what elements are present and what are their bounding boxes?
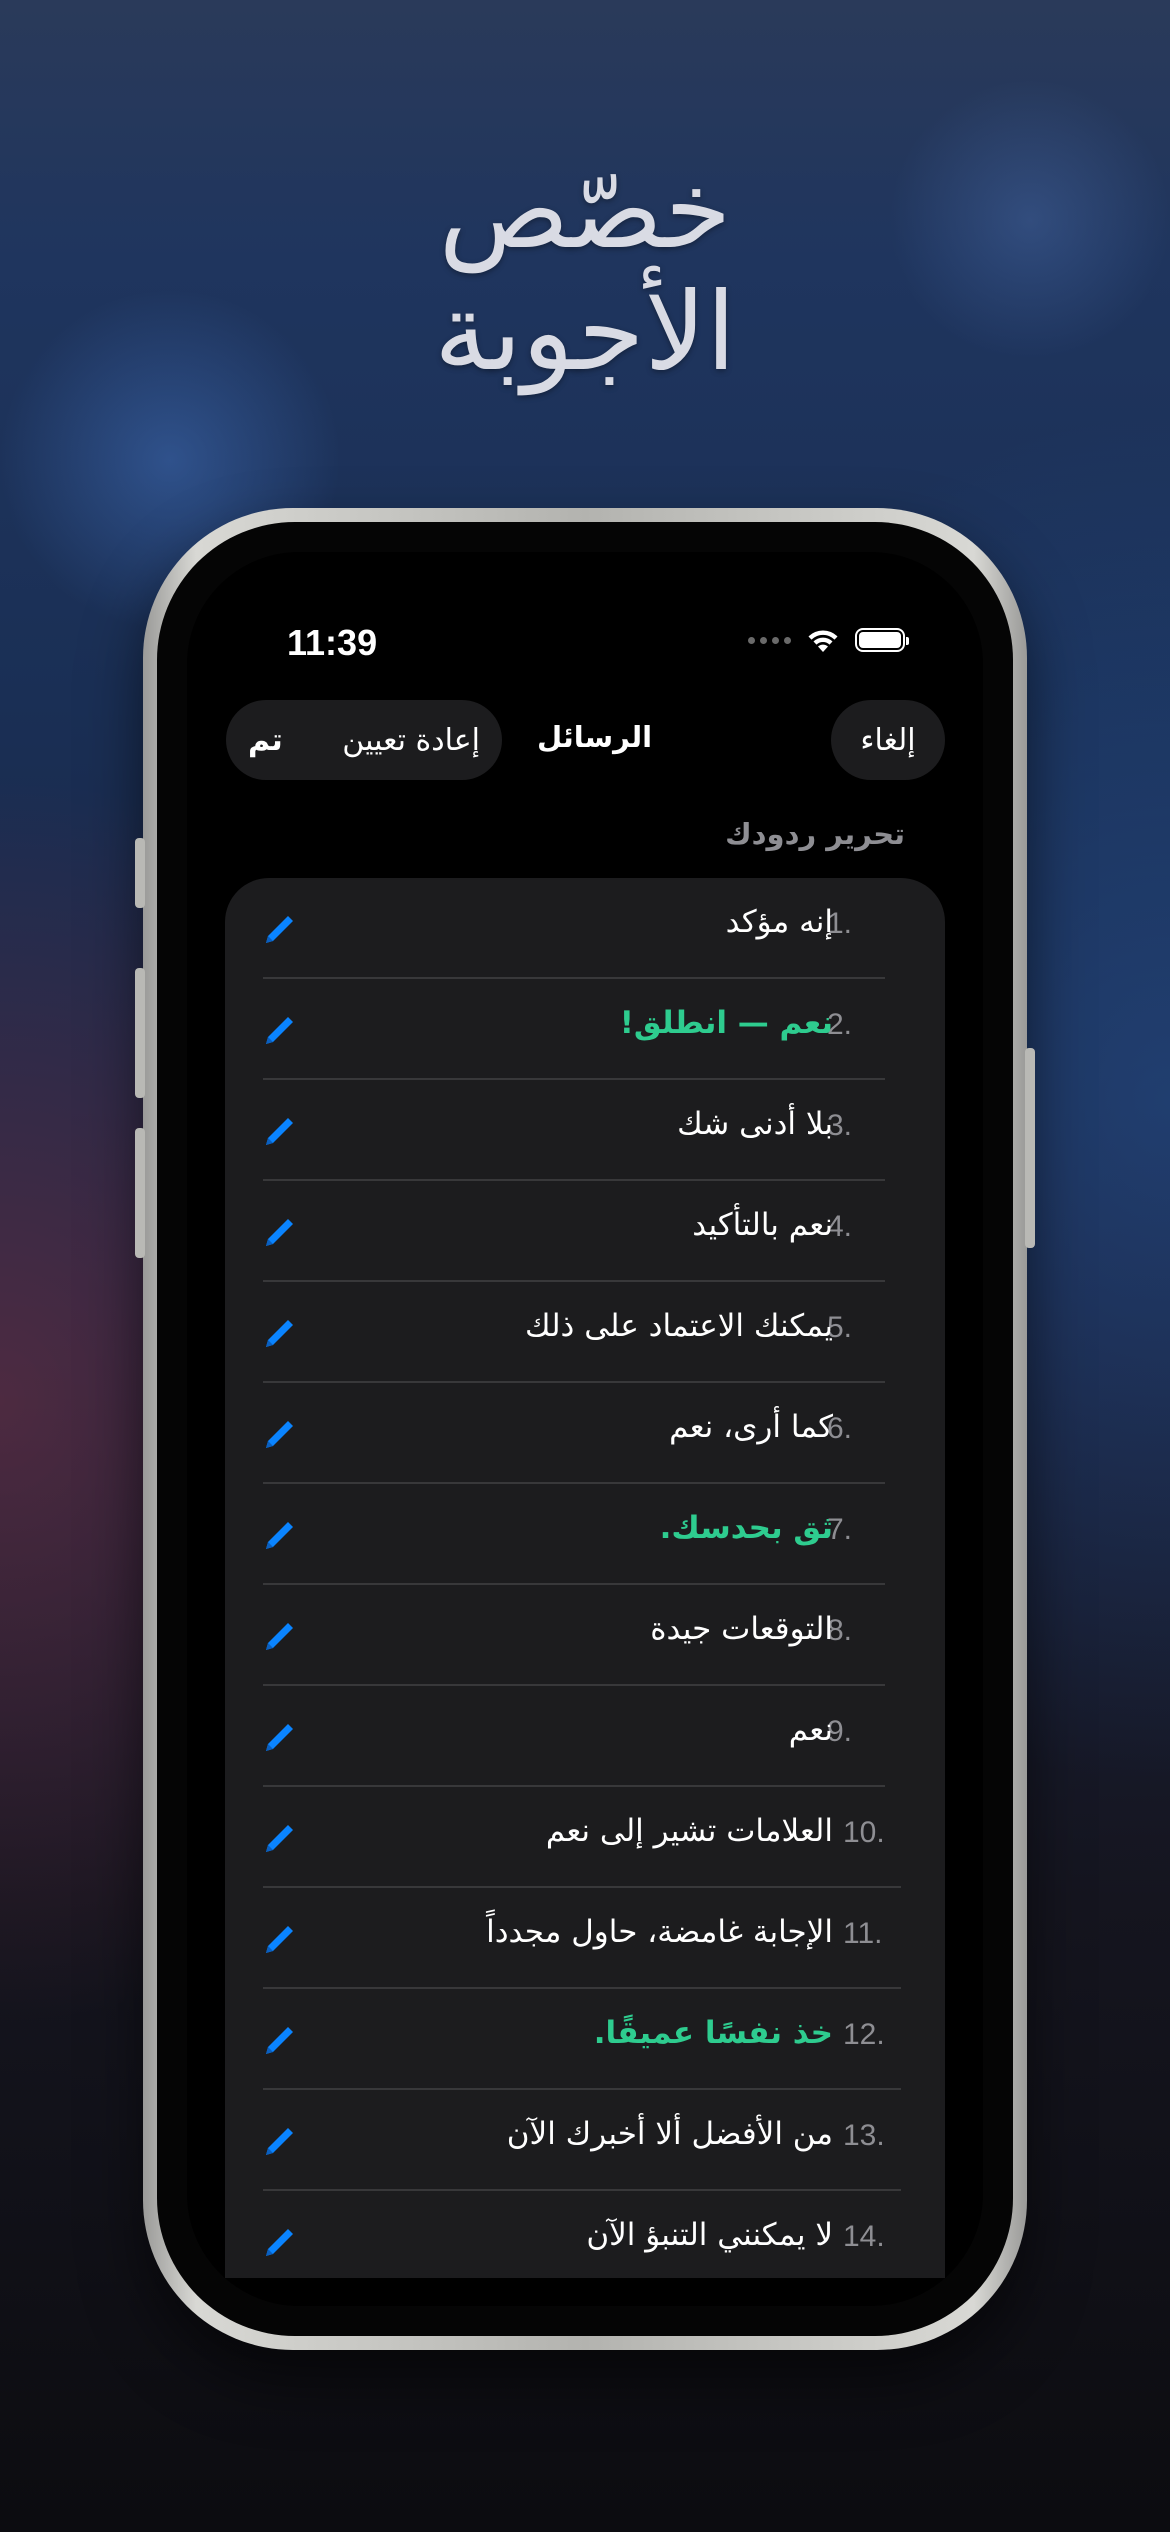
response-text: نعم [788, 1712, 833, 1748]
response-text: الإجابة غامضة، حاول مجدداً [486, 1914, 833, 1950]
list-item[interactable]: 4. نعم بالتأكيد [225, 1181, 945, 1282]
done-button[interactable]: تم [248, 723, 283, 758]
status-time: 11:39 [287, 622, 378, 663]
response-number: 2. [827, 1008, 853, 1041]
response-number: 13. [843, 2119, 885, 2152]
response-number: 10. [843, 1816, 885, 1849]
pencil-icon[interactable] [263, 1417, 297, 1451]
response-text: التوقعات جيدة [650, 1611, 833, 1647]
hero-title-line-1: خصّص [438, 148, 732, 273]
pencil-icon[interactable] [263, 1518, 297, 1552]
volume-up-button [135, 968, 145, 1098]
list-item[interactable]: 8. التوقعات جيدة [225, 1585, 945, 1686]
battery-icon [855, 628, 909, 652]
response-text: إنه مؤكد [725, 904, 833, 940]
list-item[interactable]: 6. كما أرى، نعم [225, 1383, 945, 1484]
list-item[interactable]: 7. ثق بحدسك. [225, 1484, 945, 1585]
list-item[interactable]: 10. العلامات تشير إلى نعم [225, 1787, 945, 1888]
pencil-icon[interactable] [263, 2225, 297, 2259]
phone-bezel: 11:39 تم إعادة تعيين الرسائل إلغاء تحرير… [157, 522, 1013, 2336]
list-item[interactable]: 13. من الأفضل ألا أخبرك الآن [225, 2090, 945, 2191]
pencil-icon[interactable] [263, 2023, 297, 2057]
list-item[interactable]: 14. لا يمكنني التنبؤ الآن [225, 2191, 945, 2278]
responses-list: 1. إنه مؤكد 2. نعم — انطلق! 3. بلا أدنى شك 4. ن… [225, 878, 945, 2278]
pencil-icon[interactable] [263, 912, 297, 946]
status-icons [748, 626, 909, 654]
response-text: خذ نفسًا عميقًا. [593, 2015, 833, 2051]
response-text: يمكنك الاعتماد على ذلك [524, 1308, 833, 1344]
page-title: الرسائل [537, 720, 653, 754]
hero-title-line-2: الأجوبة [433, 270, 737, 395]
pencil-icon[interactable] [263, 1619, 297, 1653]
response-text: من الأفضل ألا أخبرك الآن [506, 2116, 833, 2152]
response-number: 3. [827, 1109, 853, 1142]
response-number: 8. [827, 1614, 853, 1647]
list-item[interactable]: 1. إنه مؤكد [225, 878, 945, 979]
pencil-icon[interactable] [263, 1316, 297, 1350]
response-text: كما أرى، نعم [669, 1409, 833, 1445]
response-number: 11. [843, 1917, 883, 1950]
list-item[interactable]: 3. بلا أدنى شك [225, 1080, 945, 1181]
cancel-button-label: إلغاء [860, 722, 916, 758]
phone-frame: 11:39 تم إعادة تعيين الرسائل إلغاء تحرير… [135, 508, 1035, 2350]
list-item[interactable]: 5. يمكنك الاعتماد على ذلك [225, 1282, 945, 1383]
response-text: نعم — انطلق! [619, 1005, 833, 1041]
response-number: 9. [827, 1715, 853, 1748]
response-number: 7. [827, 1513, 853, 1546]
response-text: ثق بحدسك. [659, 1510, 833, 1546]
wifi-icon [808, 630, 838, 652]
screen: 11:39 تم إعادة تعيين الرسائل إلغاء تحرير… [187, 552, 983, 2306]
nav-actions-group: تم إعادة تعيين [226, 700, 502, 780]
side-button [1025, 1048, 1035, 1248]
pencil-icon[interactable] [263, 1720, 297, 1754]
volume-down-button [135, 1128, 145, 1258]
pencil-icon[interactable] [263, 1922, 297, 1956]
pencil-icon[interactable] [263, 1821, 297, 1855]
response-number: 1. [827, 907, 853, 940]
list-item[interactable]: 9. نعم [225, 1686, 945, 1787]
reset-button[interactable]: إعادة تعيين [342, 723, 480, 758]
signal-dots-icon [748, 636, 791, 644]
response-number: 6. [827, 1412, 853, 1445]
list-item[interactable]: 11. الإجابة غامضة، حاول مجدداً [225, 1888, 945, 1989]
pencil-icon[interactable] [263, 1114, 297, 1148]
response-number: 14. [843, 2220, 885, 2253]
list-item[interactable]: 12. خذ نفسًا عميقًا. [225, 1989, 945, 2090]
response-text: بلا أدنى شك [677, 1106, 833, 1142]
pencil-icon[interactable] [263, 1215, 297, 1249]
response-text: نعم بالتأكيد [692, 1207, 833, 1243]
action-button [135, 838, 145, 908]
pencil-icon[interactable] [263, 2124, 297, 2158]
response-text: لا يمكنني التنبؤ الآن [586, 2217, 833, 2253]
response-number: 4. [827, 1210, 853, 1243]
pencil-icon[interactable] [263, 1013, 297, 1047]
response-number: 5. [827, 1311, 853, 1344]
cancel-button[interactable]: إلغاء [831, 700, 945, 780]
list-item[interactable]: 2. نعم — انطلق! [225, 979, 945, 1080]
response-text: العلامات تشير إلى نعم [545, 1813, 833, 1849]
section-header: تحرير ردودك [725, 817, 905, 851]
hero-title: خصّص الأجوبة [0, 150, 1170, 394]
response-number: 12. [843, 2018, 885, 2051]
